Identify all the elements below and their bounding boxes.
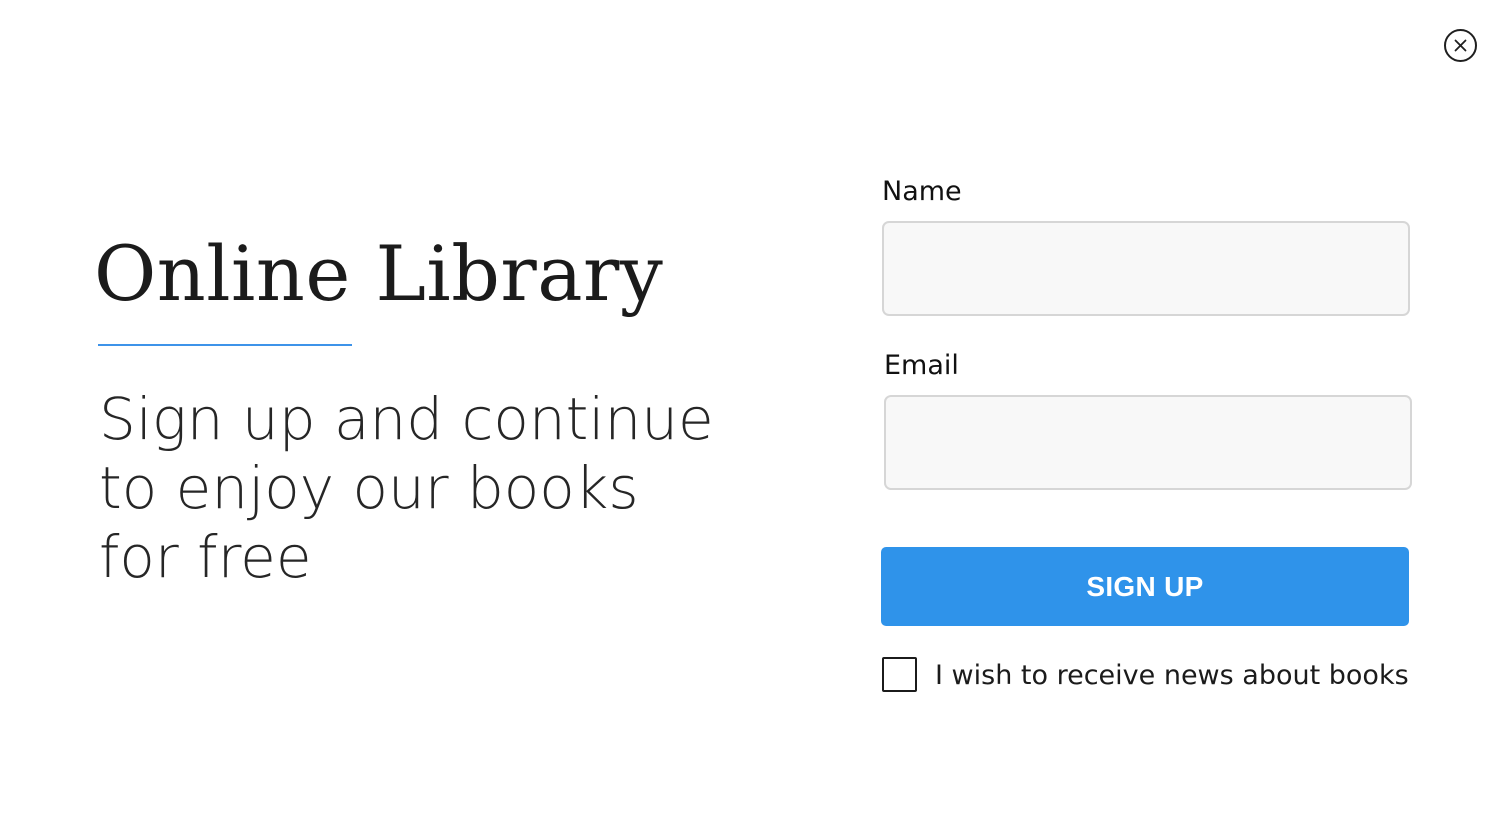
tagline-line: for free <box>99 523 312 591</box>
newsletter-label[interactable]: I wish to receive news about books <box>935 658 1409 694</box>
tagline: Sign up and continue to enjoy our books … <box>99 385 739 592</box>
newsletter-checkbox[interactable] <box>882 657 917 692</box>
close-button[interactable] <box>1444 29 1477 62</box>
name-label: Name <box>882 176 962 207</box>
tagline-line: Sign up and continue <box>99 385 714 453</box>
tagline-line: to enjoy our books <box>99 454 639 522</box>
name-field[interactable] <box>882 221 1410 316</box>
page-title: Online Library <box>94 229 664 318</box>
close-icon <box>1454 39 1467 52</box>
sign-up-button[interactable]: SIGN UP <box>881 547 1409 626</box>
email-label: Email <box>884 350 959 381</box>
title-divider <box>98 344 352 346</box>
email-field[interactable] <box>884 395 1412 490</box>
